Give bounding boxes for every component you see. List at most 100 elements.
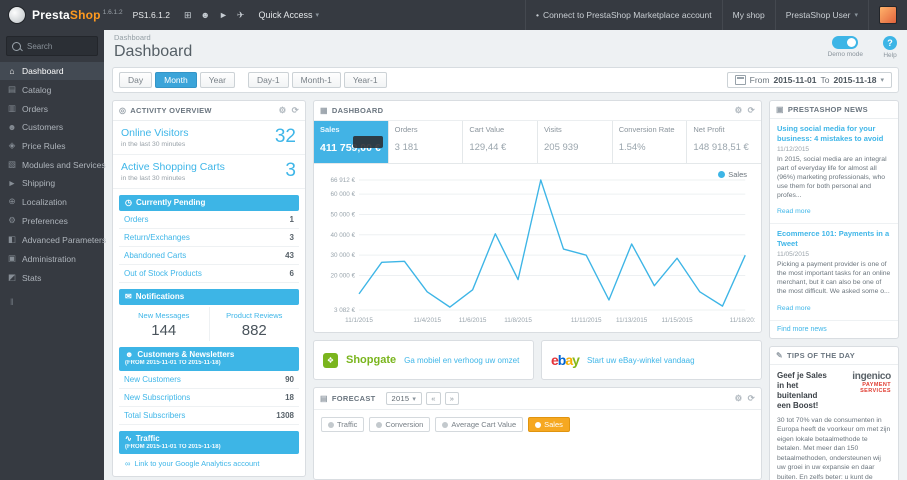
demo-mode-toggle[interactable]: Demo mode	[828, 36, 863, 58]
sidebar-item-shipping[interactable]: ► Shipping	[0, 174, 104, 192]
cart-icon[interactable]: ⊞	[184, 10, 192, 21]
help-button[interactable]: ? Help	[883, 36, 897, 59]
gear-icon[interactable]: ⚙	[735, 393, 743, 404]
new-messages-cell[interactable]: New Messages 144	[119, 307, 209, 341]
sidebar-item-price-rules[interactable]: ◈ Price Rules	[0, 136, 104, 155]
customers-title: Customers & Newsletters	[137, 350, 235, 359]
truck-icon[interactable]: ►	[219, 10, 228, 21]
kpi-conversion-rate[interactable]: Conversion Rate 1.54%	[613, 121, 688, 163]
traffic-icon: ∿	[125, 433, 132, 443]
sidebar-item-advanced-parameters[interactable]: ◧ Advanced Parameters	[0, 230, 106, 249]
read-more-link[interactable]: Read more	[777, 305, 811, 312]
sidebar-item-administration[interactable]: ▣ Administration	[0, 249, 104, 268]
sidebar-item-preferences[interactable]: ⚙ Preferences	[0, 211, 104, 230]
marketplace-link[interactable]: • Connect to PrestaShop Marketplace acco…	[524, 0, 722, 30]
google-analytics-link[interactable]: ∞ Link to your Google Analytics account	[119, 454, 299, 476]
shopgate-logo-text: Shopgate	[346, 354, 397, 366]
refresh-icon[interactable]: ⟳	[748, 393, 755, 404]
chart-legend[interactable]: Sales	[718, 170, 747, 179]
sidebar-item-catalog[interactable]: ▤ Catalog	[0, 80, 104, 99]
news-item-title[interactable]: Ecommerce 101: Payments in a Tweet	[777, 229, 891, 249]
employee-icon[interactable]: ☻	[200, 10, 209, 21]
link-icon: ∞	[125, 459, 131, 468]
forecast-chip-conversion[interactable]: Conversion	[369, 417, 431, 432]
chip-label: Average Cart Value	[451, 420, 517, 429]
ebay-link[interactable]: Start uw eBay-winkel vandaag	[587, 356, 695, 365]
row-label[interactable]: Abandoned Carts	[124, 251, 186, 260]
kpi-net-profit[interactable]: Net Profit 148 918,51 €	[687, 121, 761, 163]
sidebar-collapse-button[interactable]: ‖	[0, 287, 104, 317]
active-carts-value: 3	[285, 160, 296, 181]
row-label[interactable]: New Customers	[124, 375, 181, 384]
forecast-year-select[interactable]: 2015 ▾	[385, 392, 423, 405]
sidebar-item-customers[interactable]: ☻ Customers	[0, 118, 104, 136]
product-reviews-cell[interactable]: Product Reviews 882	[208, 307, 300, 341]
sidebar-item-stats[interactable]: ◩ Stats	[0, 268, 104, 287]
filter-year-button[interactable]: Year	[199, 72, 235, 88]
my-shop-link[interactable]: My shop	[721, 0, 775, 30]
sidebar-item-dashboard[interactable]: ⌂ Dashboard	[0, 62, 104, 80]
gear-icon[interactable]: ⚙	[279, 105, 287, 116]
gear-icon[interactable]: ⚙	[735, 105, 743, 116]
target-icon: ◎	[119, 106, 127, 115]
kpi-row: Sales 411 759,00 € Orders 3 181 Cart Val…	[314, 121, 761, 164]
sidebar-search[interactable]	[6, 36, 99, 56]
customers-range: (FROM 2015-11-01 TO 2015-11-18)	[125, 360, 221, 366]
row-value: 1308	[276, 410, 294, 420]
row-label[interactable]: Orders	[124, 215, 148, 224]
filter-month-1-button[interactable]: Month-1	[291, 72, 341, 88]
ingenico-brand-sub: PAYMENT SERVICES	[860, 381, 891, 394]
notifications-header: ✉ Notifications	[119, 289, 299, 305]
quick-access-menu[interactable]: Quick Access ▾	[258, 10, 319, 20]
svg-text:50 000 €: 50 000 €	[330, 211, 355, 218]
row-value: 90	[285, 374, 294, 384]
filter-day-1-button[interactable]: Day-1	[247, 72, 289, 88]
svg-text:11/6/2015: 11/6/2015	[459, 317, 487, 324]
kpi-orders[interactable]: Orders 3 181	[389, 121, 464, 163]
forecast-chip-traffic[interactable]: Traffic	[321, 417, 365, 432]
customers-row-new-subscriptions: New Subscriptions 18	[119, 389, 299, 407]
forecast-chip-average-cart-value[interactable]: Average Cart Value	[435, 417, 524, 432]
kpi-cart-value[interactable]: Cart Value 129,44 €	[463, 121, 539, 163]
kpi-sales[interactable]: Sales 411 759,00 €	[314, 121, 389, 163]
ebay-logo: ebay	[551, 352, 580, 368]
forecast-chip-sales[interactable]: Sales	[528, 417, 570, 432]
news-item-excerpt: Picking a payment provider is one of the…	[777, 260, 891, 296]
sidebar-item-label: Stats	[22, 272, 42, 283]
row-label[interactable]: New Subscriptions	[124, 393, 190, 402]
row-label[interactable]: Out of Stock Products	[124, 269, 202, 278]
search-input[interactable]	[25, 40, 99, 52]
news-item-title[interactable]: Using social media for your business: 4 …	[777, 124, 891, 144]
forecast-prev-button[interactable]: «	[426, 392, 441, 405]
active-carts-row: Active Shopping Carts in the last 30 min…	[113, 155, 305, 189]
news-item-date: 11/05/2015	[777, 250, 810, 258]
avatar-wrap[interactable]	[868, 0, 907, 30]
pending-row-out-of-stock: Out of Stock Products 6	[119, 265, 299, 283]
tips-panel-title: TIPS OF THE DAY	[787, 350, 855, 360]
sidebar-item-orders[interactable]: ▥ Orders	[0, 99, 104, 118]
filter-month-button[interactable]: Month	[155, 72, 197, 88]
sidebar-item-modules[interactable]: ▧ Modules and Services	[0, 155, 106, 174]
prestashop-admin: PrestaShop 1.6.1.2 PS1.6.1.2 ⊞ ☻ ► ✈ Qui…	[0, 0, 907, 480]
date-range-picker[interactable]: From 2015-11-01 To 2015-11-18 ▾	[726, 72, 892, 88]
sidebar-item-localization[interactable]: ⊕ Localization	[0, 192, 104, 211]
svg-text:11/1/2015: 11/1/2015	[345, 317, 373, 324]
refresh-icon[interactable]: ⟳	[292, 105, 299, 116]
shopgate-link[interactable]: Ga mobiel en verhoog uw omzet	[404, 356, 519, 365]
gift-icon[interactable]: ✈	[237, 10, 245, 21]
kpi-visits[interactable]: Visits 205 939	[538, 121, 613, 163]
refresh-icon[interactable]: ⟳	[748, 105, 755, 116]
sidebar-item-label: Catalog	[22, 84, 52, 95]
find-more-news-link[interactable]: Find more news	[770, 321, 898, 338]
gear-icon: ⚙	[8, 215, 16, 225]
user-menu-label: PrestaShop User	[785, 10, 851, 20]
search-icon	[12, 41, 21, 51]
read-more-link[interactable]: Read more	[777, 208, 811, 215]
forecast-next-button[interactable]: »	[444, 392, 460, 405]
row-value: 6	[289, 269, 294, 278]
filter-year-1-button[interactable]: Year-1	[343, 72, 387, 88]
filter-day-button[interactable]: Day	[119, 72, 153, 88]
user-menu[interactable]: PrestaShop User ▾	[774, 0, 868, 30]
row-label[interactable]: Total Subscribers	[124, 411, 185, 420]
row-label[interactable]: Return/Exchanges	[124, 233, 190, 242]
